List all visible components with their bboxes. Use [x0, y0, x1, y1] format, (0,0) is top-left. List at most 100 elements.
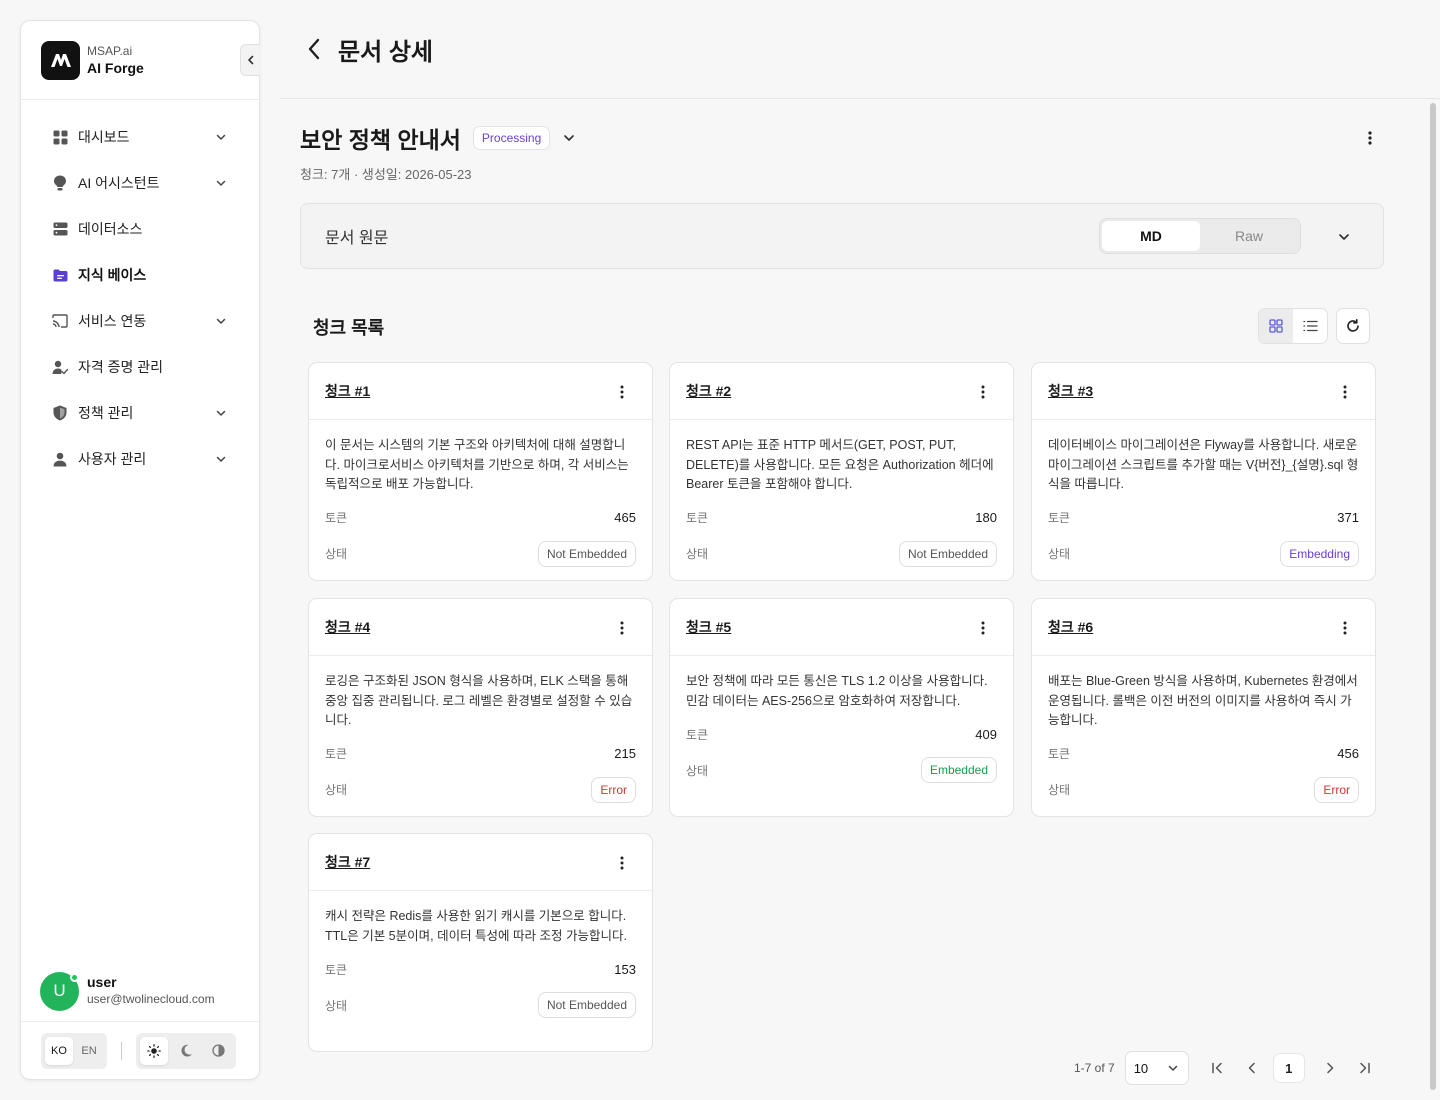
chunk-more-button[interactable] — [612, 382, 632, 402]
chunk-title-link[interactable]: 청크 #6 — [1048, 617, 1093, 637]
list-view-button[interactable] — [1293, 309, 1327, 343]
more-vertical-icon — [620, 621, 624, 635]
light-theme-button[interactable] — [140, 1036, 168, 1065]
sidebar-item-datasource[interactable]: 데이터소스 — [21, 206, 259, 252]
back-button[interactable] — [302, 37, 326, 61]
status-badge: Error — [591, 776, 636, 803]
refresh-button[interactable] — [1336, 308, 1370, 344]
chunk-card: 청크 #2 REST API는 표준 HTTP 메서드(GET, POST, P… — [669, 362, 1014, 581]
token-label: 토큰 — [325, 511, 348, 525]
chunk-title-link[interactable]: 청크 #4 — [325, 617, 370, 637]
more-vertical-icon — [620, 385, 624, 399]
lightbulb-icon — [52, 175, 68, 191]
tab-md[interactable]: MD — [1102, 221, 1200, 251]
sidebar: MSAP.ai AI Forge 대시보드 AI 어시스턴트 데이터소스 지식 … — [20, 20, 260, 1080]
tab-raw[interactable]: Raw — [1200, 221, 1298, 251]
chunk-title-link[interactable]: 청크 #2 — [686, 381, 731, 401]
chunk-text: 보안 정책에 따라 모든 통신은 TLS 1.2 이상을 사용합니다. 민감 데… — [686, 674, 988, 708]
sidebar-item-knowledge-base[interactable]: 지식 베이스 — [21, 252, 259, 298]
chunk-more-button[interactable] — [973, 382, 993, 402]
avatar: U — [40, 971, 79, 1011]
chunk-title-link[interactable]: 청크 #3 — [1048, 381, 1093, 401]
user-icon — [52, 451, 68, 467]
status-badge: Processing — [472, 126, 551, 150]
status-dropdown-button[interactable] — [558, 127, 580, 149]
list-icon — [1302, 320, 1318, 332]
status-badge: Not Embedded — [537, 540, 636, 567]
more-vertical-icon — [1343, 621, 1347, 635]
chunk-more-button[interactable] — [612, 618, 632, 638]
chunk-text: REST API는 표준 HTTP 메서드(GET, POST, PUT, DE… — [686, 438, 994, 491]
sidebar-item-label: 자격 증명 관리 — [78, 359, 164, 375]
chevron-down-icon — [1339, 234, 1349, 240]
sun-icon — [147, 1043, 161, 1058]
chunk-more-button[interactable] — [1335, 382, 1355, 402]
dark-theme-button[interactable] — [172, 1037, 200, 1065]
sidebar-item-label: 정책 관리 — [78, 405, 134, 421]
token-label: 토큰 — [686, 727, 709, 742]
sidebar-item-credentials[interactable]: 자격 증명 관리 — [21, 344, 259, 390]
token-count: 215 — [614, 746, 636, 761]
chunk-card: 청크 #5 보안 정책에 따라 모든 통신은 TLS 1.2 이상을 사용합니다… — [669, 598, 1014, 817]
chunk-title-link[interactable]: 청크 #5 — [686, 617, 731, 637]
chunk-card: 청크 #1 이 문서는 시스템의 기본 구조와 아키텍처에 대해 설명합니다. … — [308, 362, 653, 581]
lang-en-button[interactable]: EN — [75, 1037, 103, 1065]
page-number-button[interactable]: 1 — [1272, 1053, 1305, 1083]
status-badge: Not Embedded — [537, 992, 636, 1018]
token-label: 토큰 — [325, 962, 348, 977]
sidebar-footer: KO EN — [21, 1021, 259, 1079]
next-page-button[interactable] — [1315, 1053, 1345, 1083]
user-email: user@twolinecloud.com — [87, 992, 215, 1006]
cast-icon — [52, 313, 68, 329]
chunk-text: 데이터베이스 마이그레이션은 Flyway를 사용합니다. 새로운 마이그레이션… — [1048, 438, 1359, 491]
format-toggle: MD Raw — [1099, 218, 1301, 254]
last-page-button[interactable] — [1349, 1053, 1379, 1083]
sidebar-item-user-management[interactable]: 사용자 관리 — [21, 436, 259, 482]
sidebar-item-label: AI 어시스턴트 — [78, 175, 160, 191]
pagination: 1-7 of 7 10 1 — [1074, 1050, 1379, 1086]
pagination-info: 1-7 of 7 — [1074, 1061, 1115, 1075]
state-label: 상태 — [325, 783, 348, 797]
system-theme-button[interactable] — [204, 1037, 232, 1065]
chunk-title-link[interactable]: 청크 #7 — [325, 852, 370, 872]
chunk-card: 청크 #3 데이터베이스 마이그레이션은 Flyway를 사용합니다. 새로운 … — [1031, 362, 1376, 581]
status-badge: Embedded — [920, 757, 997, 783]
arrow-left-icon — [308, 38, 320, 60]
page-size-select[interactable]: 10 — [1124, 1051, 1189, 1085]
chunk-card: 청크 #4 로깅은 구조화된 JSON 형식을 사용하며, ELK 스택을 통해… — [308, 598, 653, 817]
prev-page-button[interactable] — [1237, 1053, 1267, 1083]
chevron-left-icon — [247, 55, 253, 65]
logo-icon — [41, 40, 80, 80]
sidebar-item-service-integration[interactable]: 서비스 연동 — [21, 298, 259, 344]
document-more-button[interactable] — [1360, 128, 1380, 148]
chunk-title-link[interactable]: 청크 #1 — [325, 381, 370, 401]
sidebar-item-policy[interactable]: 정책 관리 — [21, 390, 259, 436]
first-page-button[interactable] — [1203, 1053, 1233, 1083]
sidebar-collapse-button[interactable] — [240, 44, 260, 76]
document-header: 보안 정책 안내서 Processing 청크: 7개 · 생성일: 2026-… — [300, 122, 1384, 182]
status-badge: Not Embedded — [898, 540, 997, 567]
state-label: 상태 — [686, 763, 709, 778]
lang-ko-button[interactable]: KO — [45, 1036, 73, 1065]
source-expand-button[interactable] — [1333, 226, 1355, 248]
sidebar-nav: 대시보드 AI 어시스턴트 데이터소스 지식 베이스 서비스 연동 자격 증명 … — [21, 100, 259, 482]
chunk-card: 청크 #6 배포는 Blue-Green 방식을 사용하며, Kubernete… — [1031, 598, 1376, 817]
chevron-down-icon — [215, 315, 227, 327]
chunk-more-button[interactable] — [612, 853, 632, 873]
user-profile[interactable]: U user user@twolinecloud.com — [21, 961, 259, 1021]
sidebar-item-label: 데이터소스 — [78, 221, 143, 237]
view-toggle — [1258, 308, 1328, 344]
language-switcher: KO EN — [41, 1032, 107, 1069]
scrollbar[interactable] — [1430, 103, 1436, 1090]
chunk-more-button[interactable] — [973, 618, 993, 638]
chunk-text: 캐시 전략은 Redis를 사용한 읽기 캐시를 기본으로 합니다. TTL은 … — [325, 909, 627, 943]
grid-icon — [52, 129, 68, 145]
chunk-more-button[interactable] — [1335, 618, 1355, 638]
sidebar-item-dashboard[interactable]: 대시보드 — [21, 114, 259, 160]
sidebar-item-ai-assistant[interactable]: AI 어시스턴트 — [21, 160, 259, 206]
page-size-value: 10 — [1133, 1060, 1149, 1076]
more-vertical-icon — [620, 856, 624, 870]
chunk-text: 로깅은 구조화된 JSON 형식을 사용하며, ELK 스택을 통해 중앙 집중… — [325, 674, 633, 727]
grid-view-button[interactable] — [1259, 309, 1293, 343]
token-label: 토큰 — [686, 511, 709, 525]
